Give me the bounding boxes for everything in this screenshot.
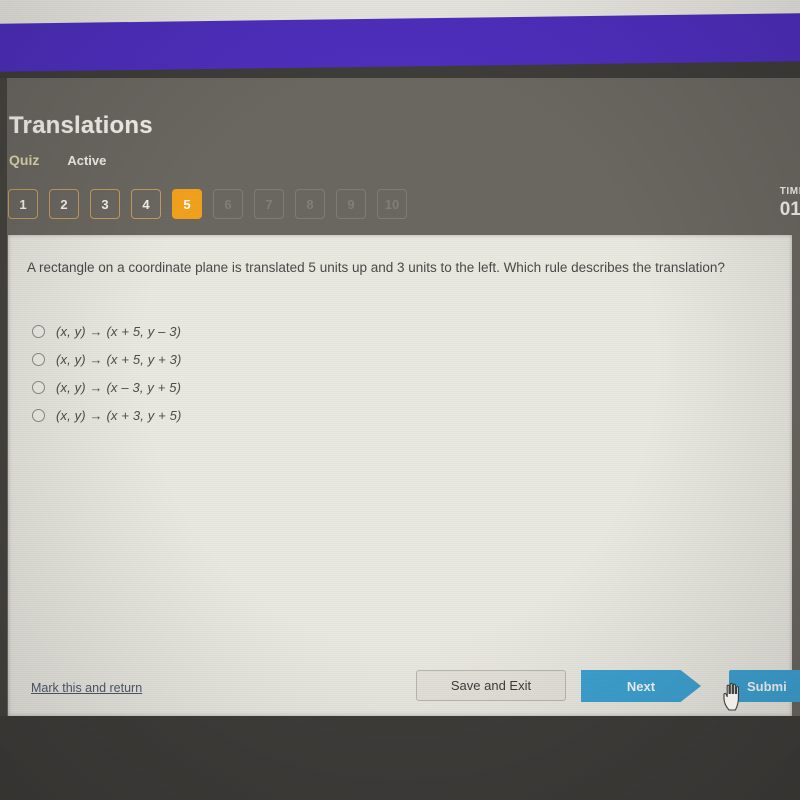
answer-option[interactable]: (x, y) → (x + 3, y + 5) (32, 401, 182, 429)
question-nav-item[interactable]: 2 (49, 189, 79, 219)
answer-option-label: (x, y) → (x + 3, y + 5) (56, 407, 182, 423)
quiz-type-label: Quiz (9, 152, 40, 168)
question-nav-item: 7 (254, 189, 284, 219)
question-nav-item: 8 (295, 189, 325, 219)
question-nav-item[interactable]: 1 (8, 189, 38, 219)
radio-button-icon[interactable] (32, 352, 45, 366)
question-nav-item[interactable]: 5 (172, 189, 202, 219)
screen-photo: Translations Quiz Active 1 2 3 4 5 6 7 8 9 10 TIM… (0, 0, 800, 800)
answer-option-label: (x, y) → (x + 5, y + 3) (56, 351, 182, 367)
hand-cursor-icon (723, 682, 739, 711)
radio-button-icon[interactable] (32, 324, 45, 338)
answer-option[interactable]: (x, y) → (x – 3, y + 5) (32, 373, 182, 401)
time-remaining: TIME 01 (780, 186, 800, 221)
question-nav-item: 9 (336, 189, 366, 219)
left-gutter (0, 78, 7, 718)
quiz-state-label: Active (67, 153, 107, 168)
question-nav-item: 10 (377, 189, 407, 219)
next-button[interactable]: Next (581, 670, 701, 702)
question-card: A rectangle on a coordinate plane is tra… (8, 235, 792, 716)
site-header-bar (0, 12, 800, 72)
question-nav-item: 6 (213, 189, 243, 219)
quiz-status-row: Quiz Active (9, 152, 106, 168)
question-nav-item[interactable]: 3 (90, 189, 120, 219)
answer-option[interactable]: (x, y) → (x + 5, y – 3) (32, 317, 182, 345)
save-and-exit-button[interactable]: Save and Exit (416, 670, 566, 701)
time-remaining-label: TIME (779, 186, 800, 197)
question-number-nav[interactable]: 1 2 3 4 5 6 7 8 9 10 (8, 189, 407, 219)
radio-button-icon[interactable] (32, 380, 45, 394)
mark-this-and-return-link[interactable]: Mark this and return (31, 681, 142, 695)
answer-option[interactable]: (x, y) → (x + 5, y + 3) (32, 345, 182, 373)
page-title: Translations (9, 112, 153, 139)
question-nav-item[interactable]: 4 (131, 189, 161, 219)
answer-option-label: (x, y) → (x + 5, y – 3) (56, 323, 182, 339)
answer-options-list[interactable]: (x, y) → (x + 5, y – 3) (x, y) → (x + 5, … (32, 317, 182, 429)
page-bottom-area (0, 716, 800, 800)
radio-button-icon[interactable] (32, 408, 45, 422)
answer-option-label: (x, y) → (x – 3, y + 5) (56, 379, 182, 395)
time-remaining-value: 01 (779, 199, 800, 220)
question-text: A rectangle on a coordinate plane is tra… (27, 260, 725, 275)
